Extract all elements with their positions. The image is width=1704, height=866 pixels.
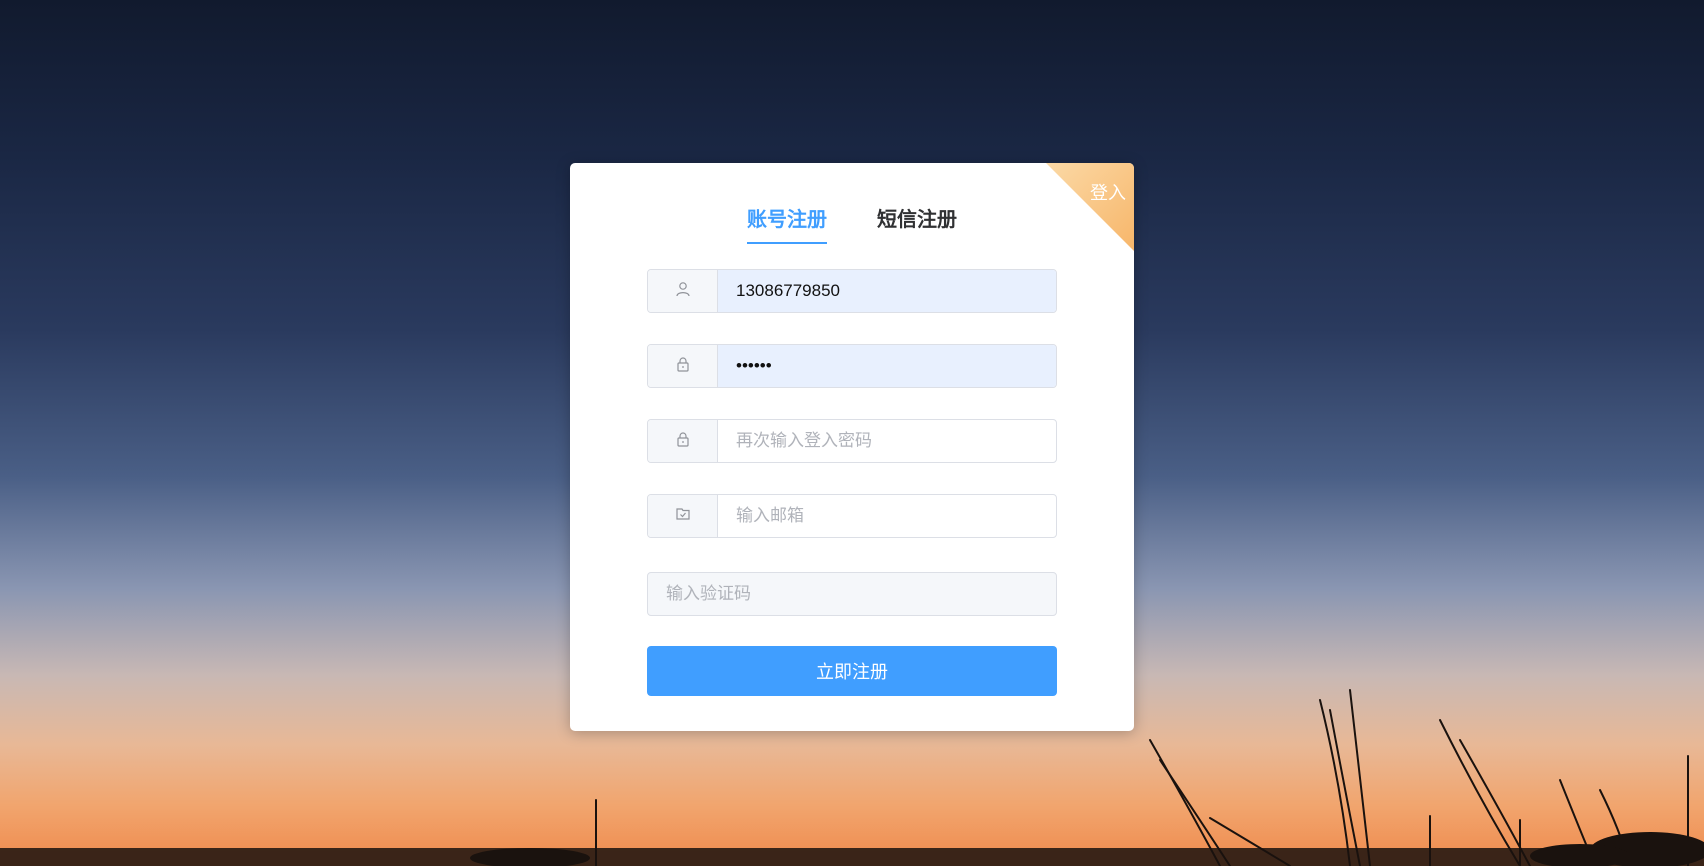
- login-corner-label: 登入: [1090, 183, 1126, 204]
- lock-icon: [675, 356, 691, 376]
- username-prepend: [648, 270, 718, 312]
- confirm-password-field: [647, 419, 1057, 463]
- tab-account-register[interactable]: 账号注册: [747, 203, 827, 244]
- email-prepend: [648, 495, 718, 537]
- confirm-password-prepend: [648, 420, 718, 462]
- register-tabs: 账号注册 短信注册: [570, 203, 1134, 244]
- user-icon: [675, 281, 691, 301]
- register-card: 登入 账号注册 短信注册 13086779850 •••••• 输入邮箱 输入验…: [570, 163, 1134, 731]
- register-button[interactable]: 立即注册: [647, 646, 1057, 696]
- password-input[interactable]: [718, 345, 1056, 387]
- mail-icon: [675, 506, 691, 526]
- email-field: [647, 494, 1057, 538]
- password-prepend: [648, 345, 718, 387]
- username-field: [647, 269, 1057, 313]
- email-input[interactable]: [718, 495, 1056, 537]
- tab-sms-register[interactable]: 短信注册: [877, 203, 957, 244]
- confirm-password-input[interactable]: [718, 420, 1056, 462]
- username-input[interactable]: [718, 270, 1056, 312]
- password-field: [647, 344, 1057, 388]
- captcha-input[interactable]: [648, 573, 1056, 615]
- captcha-field: [647, 572, 1057, 616]
- lock-icon: [675, 431, 691, 451]
